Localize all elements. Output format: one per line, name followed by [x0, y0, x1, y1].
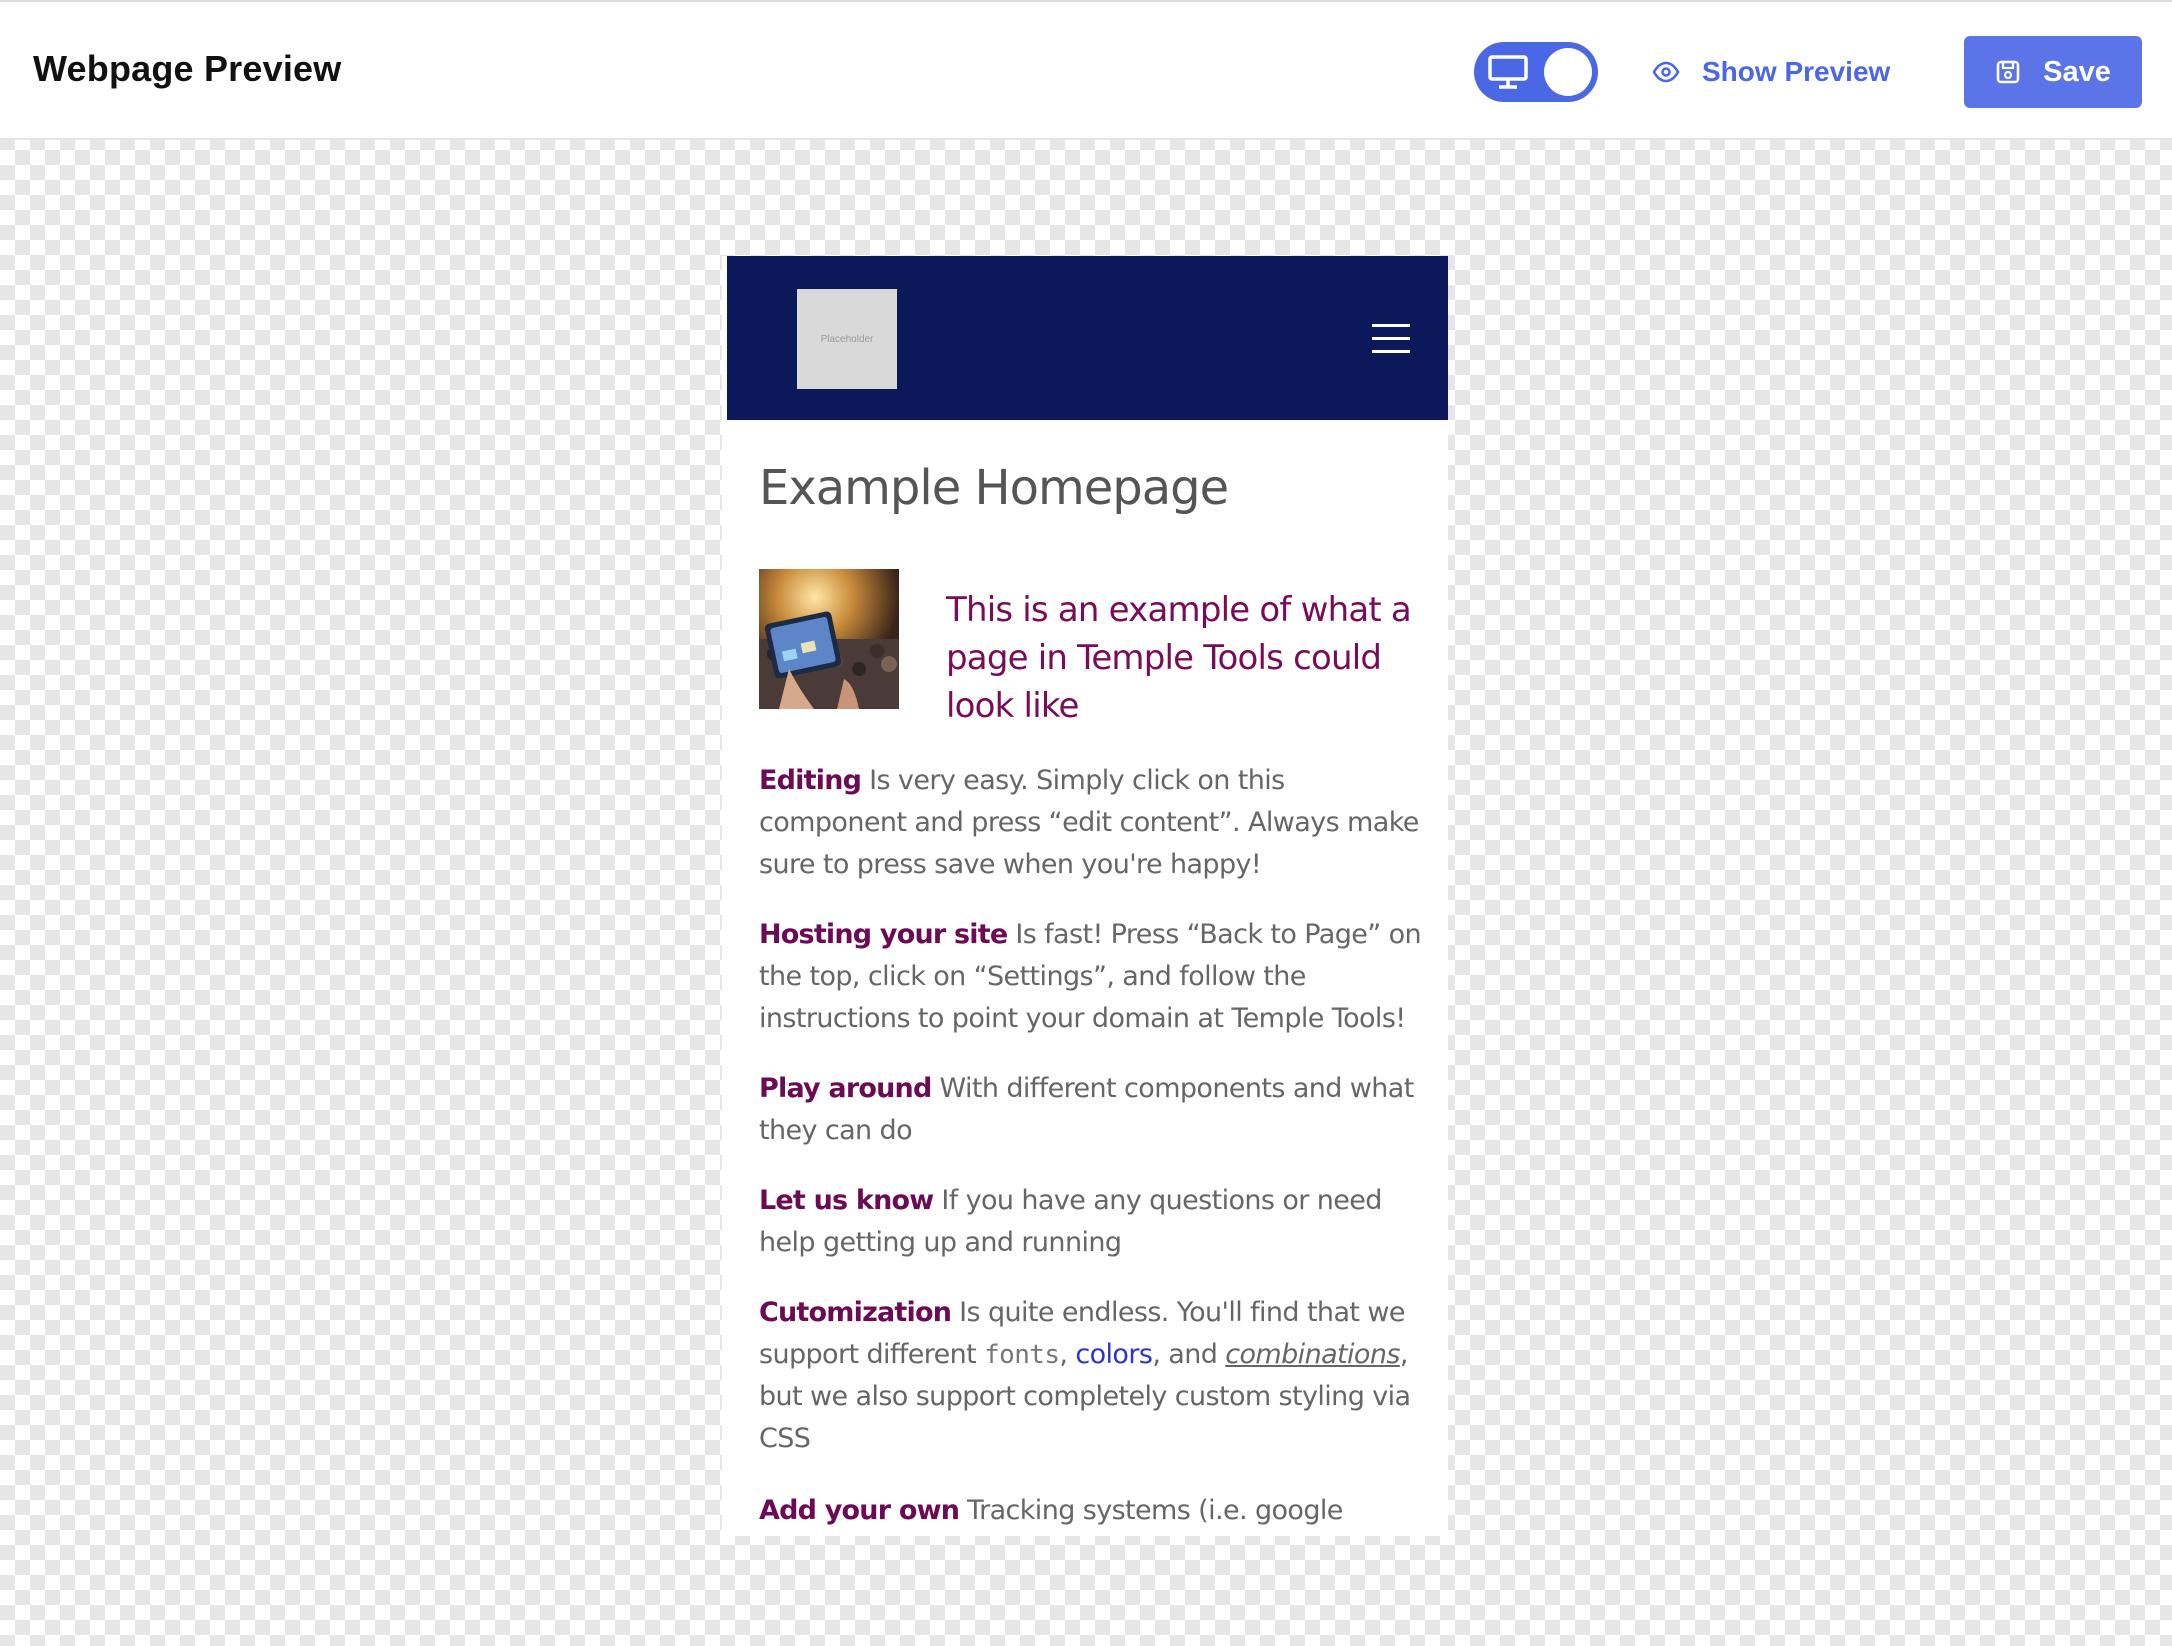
save-label: Save [2043, 55, 2111, 88]
fonts-example: fonts [984, 1340, 1060, 1370]
hamburger-menu-icon[interactable] [1372, 324, 1410, 354]
paragraph-hosting: Hosting your site Is fast! Press “Back t… [759, 914, 1429, 1040]
paragraph-keyword: Editing [759, 765, 862, 796]
logo-placeholder-label: Placeholder [820, 333, 874, 345]
paragraph-keyword: Play around [759, 1073, 932, 1104]
eye-icon [1652, 61, 1680, 83]
combinations-example: combinations [1225, 1339, 1400, 1370]
paragraph-add-your-own: Add your own Tracking systems (i.e. goog… [759, 1490, 1429, 1532]
show-preview-label: Show Preview [1702, 56, 1891, 87]
logo-placeholder[interactable]: Placeholder [797, 289, 897, 389]
paragraph-text: Tracking systems (i.e. google [959, 1495, 1343, 1526]
hero-text: This is an example of what a page in Tem… [946, 590, 1412, 726]
separator: , [1059, 1339, 1076, 1370]
save-icon [1996, 60, 2020, 84]
paragraph-customization: Cutomization Is quite endless. You'll fi… [759, 1292, 1429, 1460]
toggle-knob[interactable] [1544, 48, 1592, 96]
colors-example: colors [1075, 1339, 1153, 1370]
paragraph-keyword: Let us know [759, 1185, 934, 1216]
paragraph-keyword: Cutomization [759, 1297, 952, 1328]
top-bar: Webpage Preview Show Preview Save [0, 0, 2172, 140]
save-button[interactable]: Save [1964, 36, 2142, 108]
preview-frame: Placeholder Example Homepage This is an … [722, 256, 1448, 1536]
device-toggle[interactable] [1474, 42, 1598, 102]
page-title: Example Homepage [759, 460, 1229, 516]
hero-image-graphic [759, 569, 899, 709]
hero-image[interactable] [759, 569, 899, 709]
site-header: Placeholder [727, 256, 1448, 420]
paragraph-keyword: Add your own [759, 1495, 960, 1526]
paragraph-keyword: Hosting your site [759, 919, 1008, 950]
show-preview-button[interactable]: Show Preview [1652, 50, 1890, 94]
paragraph-editing: Editing Is very easy. Simply click on th… [759, 760, 1429, 886]
separator: , and [1152, 1339, 1226, 1370]
paragraph-let-us-know: Let us know If you have any questions or… [759, 1180, 1429, 1264]
monitor-icon [1488, 55, 1528, 89]
app-title: Webpage Preview [33, 48, 342, 89]
paragraph-play-around: Play around With different components an… [759, 1068, 1429, 1152]
